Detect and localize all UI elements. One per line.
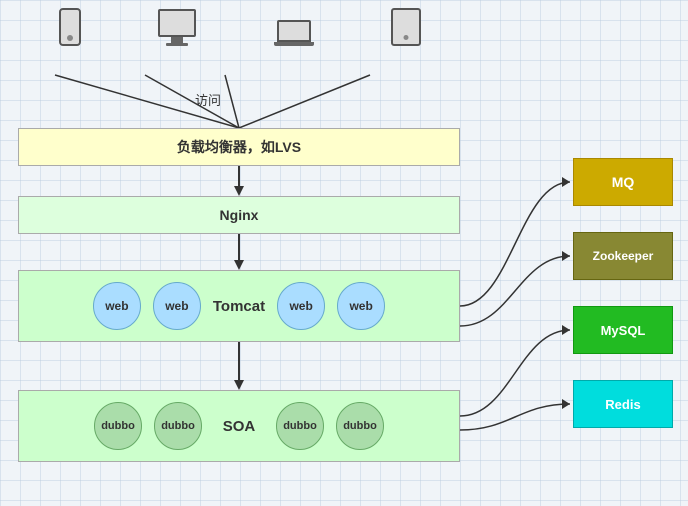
web-label-2: web [165, 299, 188, 313]
web-circle-1: web [93, 282, 141, 330]
mysql-label: MySQL [601, 323, 646, 338]
web-circle-3: web [277, 282, 325, 330]
dubbo-circle-1: dubbo [94, 402, 142, 450]
laptop-icon [274, 20, 314, 46]
nginx-label: Nginx [220, 207, 259, 223]
zookeeper-label: Zookeeper [593, 249, 654, 263]
mq-box: MQ [573, 158, 673, 206]
web-label-4: web [349, 299, 372, 313]
mysql-box: MySQL [573, 306, 673, 354]
soa-center-label: SOA [214, 418, 264, 435]
tablet-icon [391, 8, 421, 46]
dubbo-label-4: dubbo [343, 420, 377, 432]
laptop-screen [277, 20, 311, 42]
desktop-base [166, 43, 188, 46]
desktop-icon [158, 9, 196, 46]
dubbo-label-2: dubbo [161, 420, 195, 432]
dubbo-circle-4: dubbo [336, 402, 384, 450]
web-label-1: web [105, 299, 128, 313]
nginx-box: Nginx [18, 196, 460, 234]
device-phone [59, 8, 81, 46]
lvs-label: 负载均衡器，如LVS [177, 137, 301, 157]
device-desktop [158, 9, 196, 46]
web-label-3: web [289, 299, 312, 313]
mq-label: MQ [612, 174, 635, 190]
phone-icon [59, 8, 81, 46]
web-circle-2: web [153, 282, 201, 330]
dubbo-circle-2: dubbo [154, 402, 202, 450]
laptop-base [274, 42, 314, 46]
soa-box: dubbo dubbo SOA dubbo dubbo [18, 390, 460, 462]
desktop-screen [158, 9, 196, 37]
dubbo-label-1: dubbo [101, 420, 135, 432]
redis-box: Redis [573, 380, 673, 428]
device-laptop [274, 20, 314, 46]
dubbo-circle-3: dubbo [276, 402, 324, 450]
devices-row [20, 8, 460, 46]
tomcat-center-label: Tomcat [213, 298, 265, 315]
redis-label: Redis [605, 397, 640, 412]
web-circle-4: web [337, 282, 385, 330]
visit-label: 访问 [195, 90, 221, 109]
diagram-container: 访问 负载均衡器，如LVS Nginx web web Tomcat web w… [0, 0, 688, 506]
zookeeper-box: Zookeeper [573, 232, 673, 280]
device-tablet [391, 8, 421, 46]
dubbo-label-3: dubbo [283, 420, 317, 432]
lvs-box: 负载均衡器，如LVS [18, 128, 460, 166]
tomcat-box: web web Tomcat web web [18, 270, 460, 342]
